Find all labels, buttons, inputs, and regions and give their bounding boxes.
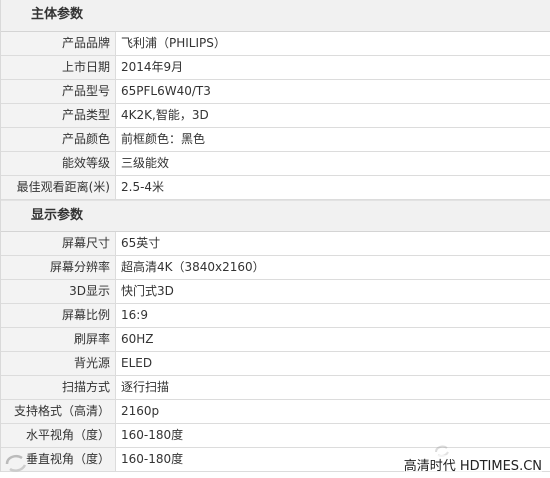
row-label: 屏幕比例 bbox=[1, 304, 116, 327]
spec-row: 屏幕尺寸 65英寸 bbox=[1, 232, 550, 256]
row-label: 产品品牌 bbox=[1, 32, 116, 55]
row-value: 160-180度 bbox=[121, 452, 184, 466]
spec-table: 主体参数 产品品牌 飞利浦（PHILIPS） 上市日期 2014年9月 产品型号 65… bbox=[0, 0, 550, 472]
row-value: 2.5-4米 bbox=[121, 180, 165, 194]
spec-row: 产品型号 65PFL6W40/T3 bbox=[1, 80, 550, 104]
row-value: 超高清4K（3840x2160） bbox=[121, 260, 265, 274]
spec-row: 产品品牌 飞利浦（PHILIPS） bbox=[1, 32, 550, 56]
spec-row: 水平视角（度） 160-180度 bbox=[1, 424, 550, 448]
row-value: 60HZ bbox=[121, 332, 154, 346]
spec-row: 支持格式（高清） 2160p bbox=[1, 400, 550, 424]
row-label: 3D显示 bbox=[1, 280, 116, 303]
row-value: ELED bbox=[121, 356, 153, 370]
row-value: 4K2K,智能，3D bbox=[121, 108, 209, 122]
section-header-display: 显示参数 bbox=[1, 200, 550, 232]
row-label: 屏幕尺寸 bbox=[1, 232, 116, 255]
row-label: 背光源 bbox=[1, 352, 116, 375]
row-value: 2160p bbox=[121, 404, 160, 418]
row-value: 65PFL6W40/T3 bbox=[121, 84, 211, 98]
spec-row: 产品类型 4K2K,智能，3D bbox=[1, 104, 550, 128]
spec-row: 产品颜色 前框颜色：黑色 bbox=[1, 128, 550, 152]
row-value: 16:9 bbox=[121, 308, 148, 322]
spec-row: 屏幕分辨率 超高清4K（3840x2160） bbox=[1, 256, 550, 280]
spec-row: 能效等级 三级能效 bbox=[1, 152, 550, 176]
row-label: 产品类型 bbox=[1, 104, 116, 127]
row-value: 2014年9月 bbox=[121, 60, 184, 74]
row-label: 最佳观看距离(米) bbox=[1, 176, 116, 199]
row-value: 前框颜色：黑色 bbox=[121, 132, 206, 146]
hdtimes-logo-icon bbox=[5, 455, 27, 472]
row-label: 扫描方式 bbox=[1, 376, 116, 399]
row-value: 65英寸 bbox=[121, 236, 161, 250]
spec-row: 最佳观看距离(米) 2.5-4米 bbox=[1, 176, 550, 200]
row-value: 逐行扫描 bbox=[121, 380, 170, 394]
row-value: 160-180度 bbox=[121, 428, 184, 442]
row-label: 能效等级 bbox=[1, 152, 116, 175]
row-value: 三级能效 bbox=[121, 156, 170, 170]
spec-row: 屏幕比例 16:9 bbox=[1, 304, 550, 328]
row-value: 飞利浦（PHILIPS） bbox=[121, 36, 226, 50]
row-label: 屏幕分辨率 bbox=[1, 256, 116, 279]
row-label: 刷屏率 bbox=[1, 328, 116, 351]
spec-row: 背光源 ELED bbox=[1, 352, 550, 376]
spec-row: 刷屏率 60HZ bbox=[1, 328, 550, 352]
row-value: 快门式3D bbox=[121, 284, 174, 298]
row-label: 产品颜色 bbox=[1, 128, 116, 151]
spec-row: 3D显示 快门式3D bbox=[1, 280, 550, 304]
row-label: 上市日期 bbox=[1, 56, 116, 79]
spec-row: 扫描方式 逐行扫描 bbox=[1, 376, 550, 400]
row-label: 产品型号 bbox=[1, 80, 116, 103]
row-label: 水平视角（度） bbox=[1, 424, 116, 447]
section-header-main: 主体参数 bbox=[1, 0, 550, 32]
row-label: 支持格式（高清） bbox=[1, 400, 116, 423]
watermark-text: 高清时代 HDTIMES.CN bbox=[403, 455, 542, 474]
spec-row: 上市日期 2014年9月 bbox=[1, 56, 550, 80]
